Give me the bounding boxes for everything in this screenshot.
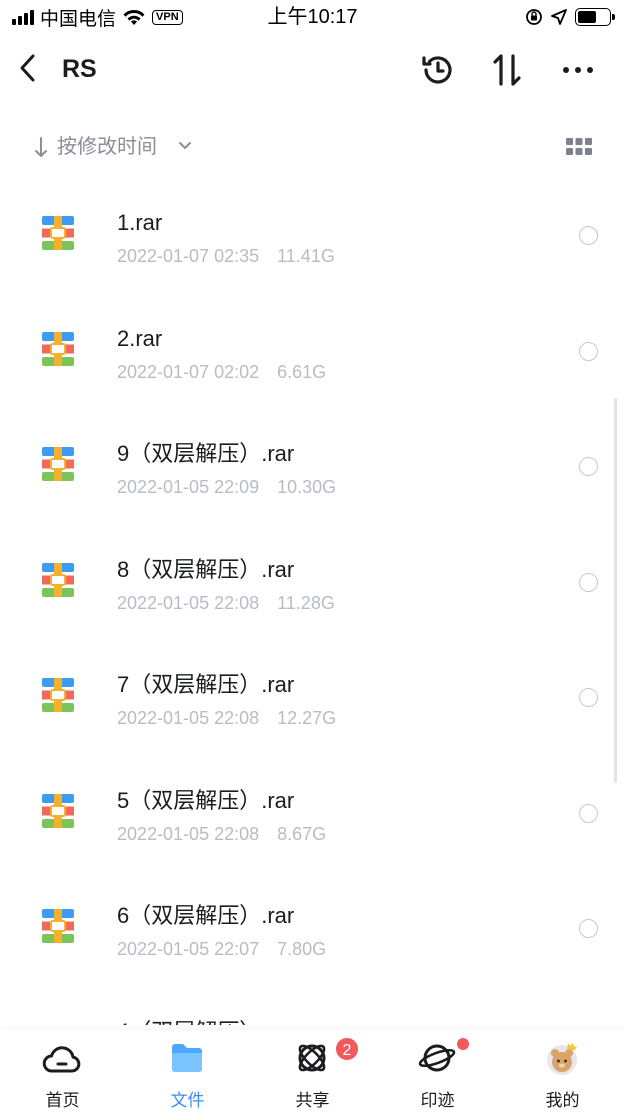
file-name: 1.rar — [117, 210, 163, 235]
file-meta: 2022-01-07 02:35 11.41G — [117, 245, 335, 267]
tab-label: 印迹 — [420, 1091, 455, 1110]
rar-archive-icon — [42, 562, 74, 597]
page-title: RS — [62, 55, 97, 83]
tab-label: 共享 — [295, 1091, 330, 1110]
more-dots-icon[interactable] — [558, 50, 598, 90]
rar-archive-icon — [42, 678, 74, 712]
file-date: 2022-01-05 22:08 — [117, 823, 260, 844]
file-size: 10.30G — [277, 477, 337, 497]
rar-archive-icon — [42, 793, 74, 828]
file-name: 6（双层解压）.rar — [117, 903, 295, 928]
file-name: 4（双层解压）.rar — [117, 1018, 294, 1026]
file-meta: 2022-01-05 22:07 7.80G — [117, 938, 326, 960]
file-meta: 2022-01-05 22:08 12.27G — [117, 707, 336, 729]
notification-badge: 2 — [334, 1036, 360, 1062]
chevron-down-icon[interactable] — [178, 140, 192, 152]
file-meta: 2022-01-05 22:08 8.67G — [117, 823, 326, 845]
tab-label: 首页 — [45, 1091, 80, 1110]
file-row[interactable]: 1.rar 2022-01-07 02:35 11.41G — [0, 175, 625, 290]
rar-archive-icon — [42, 447, 74, 481]
file-size: 12.27G — [277, 708, 337, 728]
nav-bar: RS — [0, 38, 625, 100]
avatar-icon — [547, 1043, 577, 1075]
sort-bar: 按修改时间 — [0, 128, 625, 168]
tab-me[interactable]: 我的 — [500, 1030, 625, 1112]
tab-home[interactable]: 首页 — [0, 1030, 125, 1112]
select-checkbox[interactable] — [579, 919, 598, 938]
folder-icon — [172, 1044, 202, 1072]
file-meta: 2022-01-05 22:09 10.30G — [117, 476, 336, 498]
select-checkbox[interactable] — [579, 572, 598, 592]
rar-archive-icon — [42, 1024, 74, 1025]
file-size: 8.67G — [277, 823, 327, 844]
file-date: 2022-01-05 22:07 — [117, 939, 260, 959]
file-name: 9（双层解压）.rar — [117, 441, 295, 466]
file-name: 5（双层解压）.rar — [117, 787, 295, 813]
file-date: 2022-01-05 22:08 — [117, 592, 260, 613]
file-row[interactable]: 2.rar 2022-01-07 02:02 6.61G — [0, 291, 625, 406]
file-row[interactable]: 8（双层解压）.rar 2022-01-05 22:08 11.28G — [0, 522, 625, 637]
arrow-down-icon — [35, 137, 47, 157]
file-row[interactable]: 6（双层解压）.rar 2022-01-05 22:07 7.80G — [0, 868, 625, 983]
file-row[interactable]: 7（双层解压）.rar 2022-01-05 22:08 12.27G — [0, 637, 625, 752]
sort-dropdown[interactable]: 按修改时间 — [57, 134, 157, 160]
tab-footprint[interactable]: 印迹 — [375, 1030, 500, 1112]
notification-dot — [457, 1038, 469, 1050]
home-cloud-icon — [42, 1046, 81, 1073]
planet-icon — [418, 1044, 456, 1072]
history-icon[interactable] — [418, 50, 458, 90]
tab-share[interactable]: 2 共享 — [250, 1030, 375, 1112]
file-date: 2022-01-05 22:09 — [117, 477, 260, 497]
sort-arrows-icon[interactable] — [488, 50, 528, 90]
file-size: 6.61G — [277, 361, 327, 382]
rar-archive-icon — [42, 216, 74, 250]
file-row[interactable]: 4（双层解压）.rar — [0, 984, 625, 1026]
select-checkbox[interactable] — [579, 341, 598, 361]
file-meta: 2022-01-07 02:02 6.61G — [117, 361, 326, 383]
tab-files[interactable]: 文件 — [125, 1030, 250, 1112]
select-checkbox[interactable] — [579, 803, 598, 823]
select-checkbox[interactable] — [579, 457, 598, 476]
status-bar: 中国电信 VPN 上午10:17 — [0, 0, 625, 34]
file-size: 11.41G — [277, 246, 335, 266]
rotation-lock-icon — [526, 9, 542, 25]
file-size: 7.80G — [277, 939, 327, 959]
tab-label: 文件 — [170, 1091, 205, 1110]
select-checkbox[interactable] — [579, 226, 598, 245]
tab-bar: 首页 文件 2 共享 印迹 我的 — [0, 1030, 625, 1112]
chevron-left-icon[interactable] — [14, 50, 44, 86]
file-name: 2.rar — [117, 325, 163, 351]
file-list: 1.rar 2022-01-07 02:35 11.41G 2.rar 2022-01-… — [0, 175, 625, 1025]
rar-archive-icon — [42, 909, 74, 943]
file-row[interactable]: 9（双层解压）.rar 2022-01-05 22:09 10.30G — [0, 406, 625, 521]
file-size: 11.28G — [277, 592, 335, 613]
grid-view-icon[interactable] — [566, 138, 592, 156]
file-date: 2022-01-05 22:08 — [117, 708, 260, 728]
file-name: 8（双层解压）.rar — [117, 556, 295, 582]
file-date: 2022-01-07 02:35 — [117, 246, 260, 266]
file-name: 7（双层解压）.rar — [117, 672, 295, 697]
scrollbar[interactable] — [614, 398, 617, 783]
battery-icon — [575, 8, 615, 26]
select-checkbox[interactable] — [579, 688, 598, 707]
location-icon — [551, 9, 567, 25]
file-date: 2022-01-07 02:02 — [117, 361, 260, 382]
rar-archive-icon — [42, 331, 74, 366]
file-meta: 2022-01-05 22:08 11.28G — [117, 592, 335, 614]
share-orbit-icon — [298, 1044, 326, 1072]
tab-label: 我的 — [545, 1091, 580, 1110]
file-row[interactable]: 5（双层解压）.rar 2022-01-05 22:08 8.67G — [0, 753, 625, 868]
